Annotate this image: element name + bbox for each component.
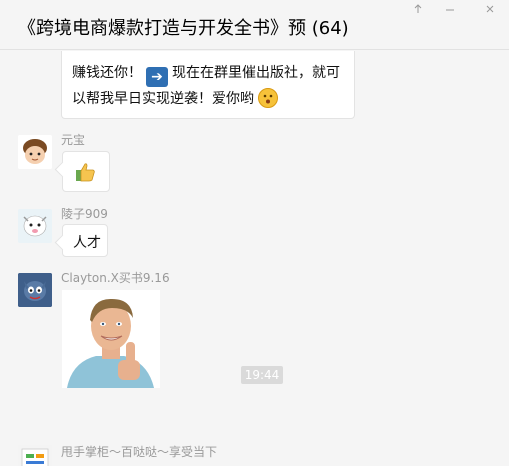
message-line: 以帮我早日实现逆袭！爱你哟 [72,88,278,108]
sender-name: 甩手掌柜～百哒哒～享受当下 [61,445,218,459]
sender-name: 元宝 [61,133,86,147]
avatar[interactable] [18,135,52,169]
minimize-icon[interactable] [436,0,464,18]
sender-name: 陵子909 [61,207,108,221]
right-arrow-emoji-icon: ➔ [146,67,168,87]
pin-icon[interactable] [404,0,432,18]
image-message[interactable] [62,290,160,388]
time-divider: 19:44 [241,366,283,384]
man-thumbs-up-photo [62,290,160,388]
message-line: 赚钱还你！ ➔ 现在在群里催出版社，就可 [72,65,340,87]
message-list[interactable]: 赚钱还你！ ➔ 现在在群里催出版社，就可 以帮我早日实现逆袭！爱你哟 元宝 陵子… [0,51,509,466]
avatar[interactable] [18,445,52,466]
chat-title-bar: 《跨境电商爆款打造与开发全书》预 (64) [0,0,509,50]
close-icon[interactable] [476,0,504,18]
message-bubble[interactable]: 人才 [62,224,108,257]
avatar[interactable] [18,273,52,307]
message-text: 人才 [73,235,101,251]
smiley-emoji-icon [258,88,278,108]
thumbs-up-emoji-icon [76,163,95,182]
message-bubble[interactable]: 赚钱还你！ ➔ 现在在群里催出版社，就可 以帮我早日实现逆袭！爱你哟 [61,51,355,119]
chat-title: 《跨境电商爆款打造与开发全书》预 (64) [18,18,349,39]
sticker-bubble[interactable] [62,151,110,192]
sender-name: Clayton.X买书9.16 [61,271,170,285]
avatar[interactable] [18,209,52,243]
